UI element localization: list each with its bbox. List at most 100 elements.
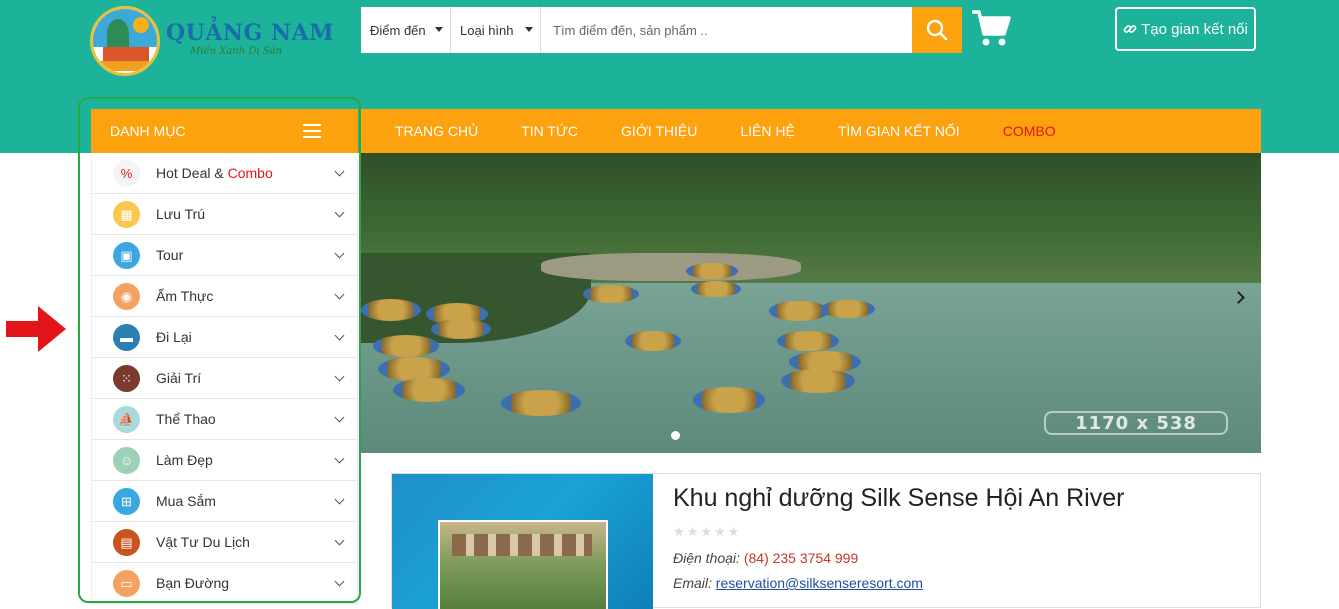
- caret-down-icon: [435, 27, 443, 32]
- listing-phone-row: Điện thoại: (84) 235 3754 999: [673, 550, 858, 566]
- carousel-dot[interactable]: [671, 431, 680, 440]
- category-item[interactable]: ☺ Làm Đẹp: [91, 440, 358, 481]
- star-icon: ★: [673, 524, 685, 539]
- category-item-label: Thể Thao: [156, 411, 216, 427]
- logo-emblem: [90, 6, 160, 76]
- category-item-label: Tour: [156, 247, 183, 263]
- suitcase-icon: ▤: [113, 529, 140, 556]
- star-icon: ★: [727, 524, 740, 539]
- caret-down-icon: [525, 27, 533, 32]
- beauty-icon: ☺: [113, 447, 140, 474]
- category-item-label: Hot Deal & Combo: [156, 165, 273, 181]
- sailboat-icon: ⛵: [113, 406, 140, 433]
- logo-subtitle: Miền Xanh Di Sản: [190, 46, 282, 57]
- create-connection-label: Tạo gian kết nối: [1141, 20, 1248, 38]
- category-label-text: Lưu Trú: [156, 206, 206, 222]
- link-icon: [1123, 25, 1137, 33]
- destination-select-label: Điểm đến: [370, 22, 426, 38]
- search-icon: [926, 19, 948, 41]
- hero-banner[interactable]: 1170 x 538: [361, 153, 1261, 453]
- category-item[interactable]: % Hot Deal & Combo: [91, 153, 358, 194]
- category-label-text: Bạn Đường: [156, 575, 230, 591]
- dish-icon: ◉: [113, 283, 140, 310]
- category-item[interactable]: ⁙ Giải Trí: [91, 358, 358, 399]
- chevron-down-icon[interactable]: [334, 248, 345, 259]
- category-item-label: Giải Trí: [156, 370, 201, 386]
- hamburger-icon[interactable]: [303, 124, 321, 138]
- banner-size-watermark: 1170 x 538: [1044, 411, 1228, 435]
- chevron-down-icon[interactable]: [334, 371, 345, 382]
- chevron-down-icon[interactable]: [334, 289, 345, 300]
- category-label-text: Đi Lại: [156, 329, 192, 345]
- category-item-label: Vật Tư Du Lịch: [156, 534, 250, 550]
- type-select-label: Loại hình: [460, 22, 514, 38]
- category-menu-header[interactable]: DANH MỤC: [91, 109, 358, 153]
- search-bar: Điểm đến Loại hình: [361, 7, 962, 53]
- category-item[interactable]: ⛵ Thể Thao: [91, 399, 358, 440]
- search-button[interactable]: [912, 7, 962, 53]
- listing-card[interactable]: Khu nghỉ dưỡng Silk Sense Hội An River ★…: [391, 473, 1261, 609]
- category-item[interactable]: ▣ Tour: [91, 235, 358, 276]
- phone-value[interactable]: (84) 235 3754 999: [744, 550, 858, 566]
- chevron-down-icon[interactable]: [334, 576, 345, 587]
- hot-deal-icon: %: [113, 160, 140, 187]
- email-label: Email:: [673, 575, 712, 591]
- create-connection-button[interactable]: Tạo gian kết nối: [1115, 7, 1256, 51]
- category-label-text: Giải Trí: [156, 370, 202, 386]
- listing-title[interactable]: Khu nghỉ dưỡng Silk Sense Hội An River: [673, 484, 1124, 513]
- chevron-down-icon[interactable]: [334, 207, 345, 218]
- category-item-label: Lưu Trú: [156, 206, 205, 222]
- category-item-label: Mua Sắm: [156, 493, 216, 509]
- rating-stars: ★ ★ ★ ★ ★: [673, 524, 739, 540]
- email-link[interactable]: reservation@silksenseresort.com: [716, 575, 923, 591]
- listing-thumbnail[interactable]: [392, 474, 653, 609]
- nav-about[interactable]: GIỚI THIỆU: [621, 123, 697, 139]
- type-select[interactable]: Loại hình: [451, 7, 541, 53]
- category-item[interactable]: ▭ Bạn Đường: [91, 563, 358, 604]
- logo-title: QUẢNG NAM: [166, 20, 335, 46]
- main-nav: TRANG CHỦ TIN TỨC GIỚI THIỆU LIÊN HỆ TÌM…: [361, 109, 1261, 153]
- red-arrow-icon: [6, 306, 66, 352]
- hotel-icon: ▦: [113, 201, 140, 228]
- category-item-label: Ẩm Thực: [156, 288, 213, 304]
- chevron-down-icon[interactable]: [334, 535, 345, 546]
- category-label-text: Hot Deal &: [156, 165, 228, 181]
- dice-icon: ⁙: [113, 365, 140, 392]
- category-label-text: Mua Sắm: [156, 493, 216, 509]
- nav-find-connection[interactable]: TÌM GIAN KẾT NỐI: [838, 123, 960, 139]
- phone-label: Điện thoại:: [673, 550, 740, 566]
- cart-button[interactable]: [970, 8, 1012, 48]
- category-list: % Hot Deal & Combo ▦ Lưu Trú ▣ Tour ◉ Ẩm Thực ▬ Đ…: [91, 153, 358, 604]
- search-input[interactable]: [541, 7, 912, 53]
- chevron-down-icon[interactable]: [334, 166, 345, 177]
- listing-email-row: Email: reservation@silksenseresort.com: [673, 575, 923, 591]
- shopping-cart-icon: ⊞: [113, 488, 140, 515]
- star-icon: ★: [713, 524, 726, 539]
- category-item[interactable]: ▦ Lưu Trú: [91, 194, 358, 235]
- category-item-label: Làm Đẹp: [156, 452, 213, 468]
- nav-home[interactable]: TRANG CHỦ: [395, 123, 478, 139]
- chevron-down-icon[interactable]: [334, 412, 345, 423]
- nav-news[interactable]: TIN TỨC: [521, 123, 578, 139]
- category-item[interactable]: ▤ Vật Tư Du Lịch: [91, 522, 358, 563]
- nav-combo[interactable]: COMBO: [1003, 123, 1056, 139]
- category-item[interactable]: ▬ Đi Lại: [91, 317, 358, 358]
- star-icon: ★: [686, 524, 699, 539]
- category-label-text: Tour: [156, 247, 184, 263]
- category-item[interactable]: ◉ Ẩm Thực: [91, 276, 358, 317]
- category-label-text: Thể Thao: [156, 411, 216, 427]
- destination-select[interactable]: Điểm đến: [361, 7, 451, 53]
- category-label-text: Làm Đẹp: [156, 452, 213, 468]
- nav-contact[interactable]: LIÊN HỆ: [740, 123, 794, 139]
- category-item[interactable]: ⊞ Mua Sắm: [91, 481, 358, 522]
- category-label-highlight: Combo: [227, 165, 273, 181]
- chevron-down-icon[interactable]: [334, 453, 345, 464]
- shopping-cart-icon: [972, 10, 1011, 46]
- luggage-icon: ▣: [113, 242, 140, 269]
- chevron-down-icon[interactable]: [334, 330, 345, 341]
- site-logo[interactable]: QUẢNG NAM Miền Xanh Di Sản: [90, 6, 334, 76]
- car-icon: ▬: [113, 324, 140, 351]
- category-label-text: Vật Tư Du Lịch: [156, 534, 250, 550]
- category-label-text: Ẩm Thực: [156, 288, 214, 304]
- chevron-down-icon[interactable]: [334, 494, 345, 505]
